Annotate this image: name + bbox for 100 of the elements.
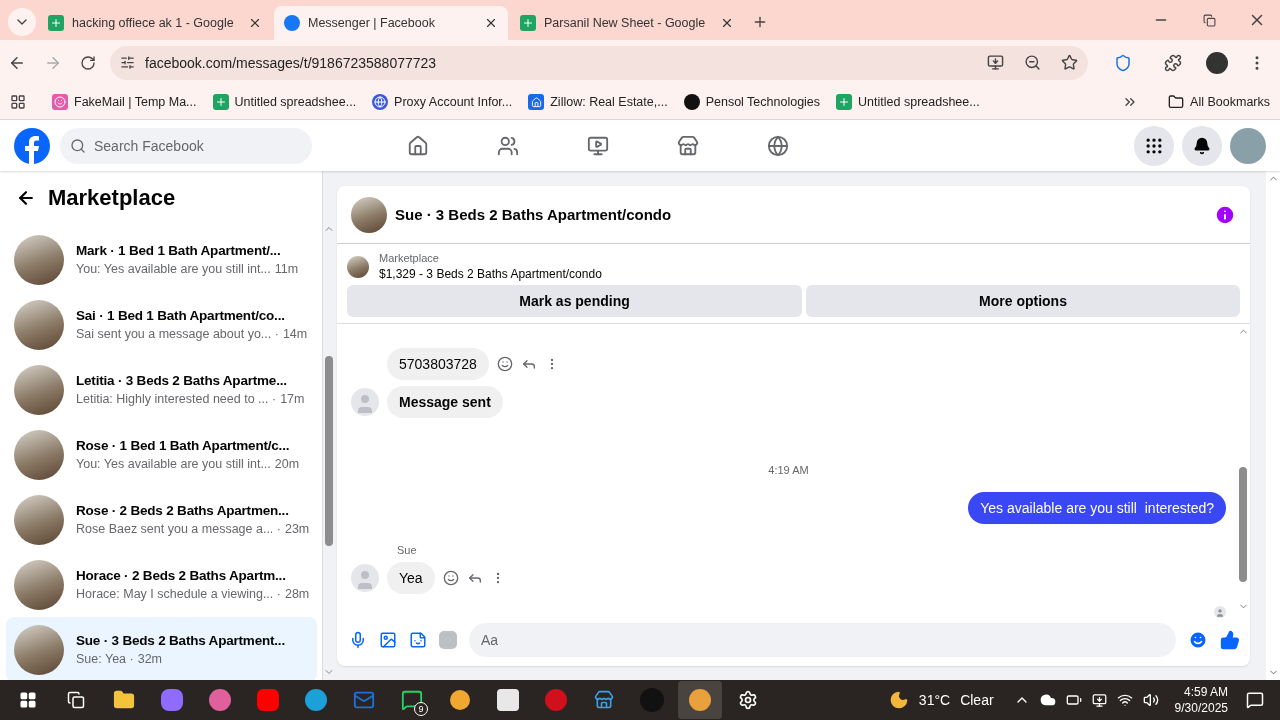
message-time: 23m <box>284 522 310 536</box>
account-avatar[interactable] <box>1230 127 1266 164</box>
search-icon <box>70 137 86 154</box>
bookmark-link[interactable]: Untitled spreadshee... <box>212 94 357 110</box>
scrollbar-thumb[interactable] <box>325 355 334 546</box>
bookmark-link[interactable]: Untitled spreadshee... <box>836 94 980 110</box>
chat-icon[interactable]: 9 <box>390 681 434 719</box>
conversation-title: Sue · 3 Beds 2 Baths Apartment... <box>76 633 285 648</box>
message-bubble: 5703803728 <box>387 348 489 380</box>
marketplace-icon[interactable] <box>677 134 699 157</box>
conversation-item[interactable]: Horace · 2 Beds 2 Baths Apartm... Horace: May I schedule a viewing... · 28m <box>6 552 318 617</box>
notification-badge: 9 <box>414 702 428 716</box>
react-icon[interactable] <box>442 570 459 586</box>
seen-avatar-icon <box>1214 606 1226 618</box>
close-icon[interactable] <box>720 16 734 30</box>
bookmark-link[interactable]: Zillow: Real Estate,... <box>528 94 668 110</box>
photo-placeholder <box>14 364 64 415</box>
volume-icon[interactable] <box>1142 692 1159 708</box>
scrollbar-thumb[interactable] <box>1239 467 1247 582</box>
emoji-icon[interactable] <box>1188 630 1208 650</box>
photo-placeholder <box>14 494 64 545</box>
bookmark-star-icon[interactable] <box>1061 54 1078 71</box>
conversation-title: Sai · 1 Bed 1 Bath Apartment/co... <box>76 308 286 323</box>
react-icon[interactable] <box>496 356 513 372</box>
site-settings-icon[interactable] <box>120 55 135 70</box>
friends-icon[interactable] <box>497 134 519 157</box>
browser-tab[interactable]: hacking offiece ak 1 - Google <box>38 6 272 40</box>
photo-icon[interactable] <box>379 631 397 649</box>
conversation-item[interactable]: Sue · 3 Beds 2 Baths Apartment... Sue: Yea · 32m <box>6 617 318 682</box>
photo-placeholder <box>14 429 64 480</box>
microphone-icon[interactable] <box>349 631 367 649</box>
message-preview: Rose Baez sent you a message a... · <box>76 522 281 536</box>
message-preview: Letitia: Highly interested need to ... · <box>76 392 277 406</box>
browser-tab[interactable]: Messenger | Facebook <box>274 6 508 40</box>
photo-placeholder <box>14 299 64 350</box>
conversation-title: Rose · 2 Beds 2 Baths Apartmen... <box>76 503 290 518</box>
message-time: 17m <box>280 392 305 406</box>
conversation-title: Mark · 1 Bed 1 Bath Apartment/... <box>76 243 282 258</box>
back-icon[interactable] <box>16 188 36 208</box>
close-icon[interactable] <box>248 16 262 30</box>
notification-icon[interactable] <box>1246 691 1264 709</box>
conversation-item[interactable]: Rose · 2 Beds 2 Baths Apartmen... Rose Baez sent you a message a... · 23m <box>6 487 318 552</box>
shield-icon[interactable] <box>1114 53 1132 72</box>
reload-icon[interactable] <box>80 54 96 71</box>
message-time: 14m <box>282 327 308 341</box>
zoom-icon[interactable] <box>1024 54 1041 71</box>
bookmark-link[interactable]: Proxy Account Infor... <box>372 94 513 110</box>
action-button[interactable]: Mark as pending <box>347 285 803 317</box>
smiley-icon <box>52 94 68 110</box>
facebook-logo[interactable] <box>14 127 50 164</box>
action-button[interactable]: More options <box>806 285 1240 317</box>
all-bookmarks-label: All Bookmarks <box>1190 95 1270 109</box>
message-preview: Sue: Yea · <box>76 652 134 666</box>
photo-placeholder <box>351 196 387 233</box>
message-bubble: Yes available are you still interested? <box>968 492 1226 524</box>
conversation-item[interactable]: Rose · 1 Bed 1 Bath Apartment/c... You: Yes available are you still int... 20m <box>6 422 318 487</box>
install-icon[interactable] <box>987 54 1004 71</box>
bookmark-link[interactable]: FakeMail | Temp Ma... <box>52 94 197 110</box>
message-preview: You: Yes available are you still int... <box>76 457 271 471</box>
folder-icon <box>1168 94 1185 110</box>
message-bubble: Yea <box>387 562 435 594</box>
chat-title: Sue · 3 Beds 2 Baths Apartment/condo <box>395 206 673 223</box>
info-icon[interactable] <box>1214 203 1236 226</box>
video-icon[interactable] <box>587 134 609 157</box>
wifi-icon[interactable] <box>1116 692 1133 708</box>
home-icon[interactable] <box>407 134 429 157</box>
search-field[interactable]: Search Facebook <box>60 127 312 164</box>
bell-icon <box>1193 136 1211 155</box>
apps-icon[interactable] <box>10 94 26 110</box>
groups-icon[interactable] <box>767 134 789 157</box>
message-input[interactable]: Aa <box>469 623 1176 657</box>
profile-avatar[interactable] <box>1206 51 1228 74</box>
sender-name: Sue <box>397 544 418 556</box>
cloud-icon[interactable] <box>1039 692 1056 708</box>
notifications-button[interactable] <box>1182 125 1222 166</box>
plus-icon[interactable] <box>752 14 768 30</box>
extensions-icon[interactable] <box>1164 53 1182 72</box>
thumbs-up-icon[interactable] <box>1220 630 1240 650</box>
conversation-item[interactable]: Letitia · 3 Beds 2 Baths Apartme... Letitia: Highly interested need to ... · 17m <box>6 357 318 422</box>
device-icon[interactable] <box>1091 692 1107 708</box>
message-preview: Horace: May I schedule a viewing... · <box>76 587 281 601</box>
close-icon[interactable] <box>484 16 498 30</box>
battery-icon[interactable] <box>1065 692 1082 708</box>
menu-button[interactable] <box>1134 125 1174 166</box>
all-bookmarks-link[interactable]: All Bookmarks <box>1168 94 1270 110</box>
address-bar[interactable]: facebook.com/messages/t/9186723588077723 <box>110 45 1088 80</box>
globe-icon <box>372 94 389 110</box>
message-time: 20m <box>274 457 300 471</box>
sticker-icon[interactable] <box>409 631 427 649</box>
round-logo-icon <box>683 94 700 110</box>
bookmark-link[interactable]: Pensol Technologies <box>683 94 821 110</box>
browser-tab[interactable]: Parsanil New Sheet - Google <box>510 6 744 40</box>
weather-text: Clear <box>960 692 994 708</box>
conversation-item[interactable]: Sai · 1 Bed 1 Bath Apartment/co... Sai sent you a message about yo... · 14m <box>6 292 318 357</box>
speech-bubble-icon <box>401 689 423 711</box>
sidebar-title: Marketplace <box>48 185 176 211</box>
conversation-item[interactable]: Mark · 1 Bed 1 Bath Apartment/... You: Yes available are you still int... 11m <box>6 227 318 292</box>
listing-label: Marketplace <box>379 252 440 264</box>
message-time: 11m <box>274 262 299 276</box>
message-preview: You: Yes available are you still int... <box>76 262 271 276</box>
